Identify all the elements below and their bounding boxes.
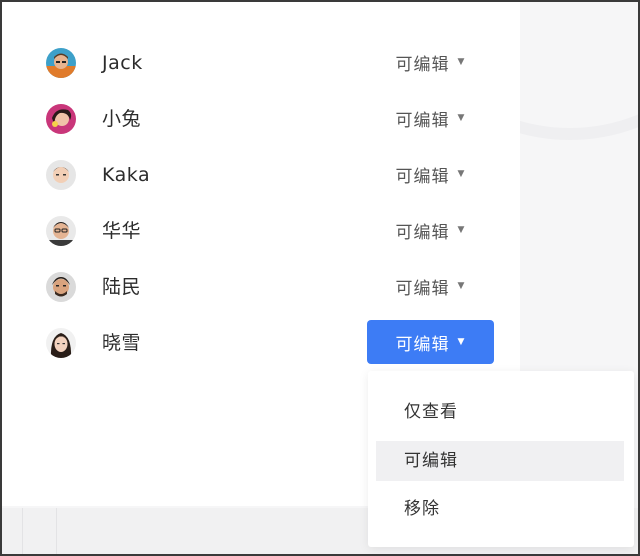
avatar [46,160,76,190]
caret-down-icon: ▼ [457,112,466,123]
permission-dropdown[interactable]: 可编辑 ▼ [367,152,494,196]
permission-label: 可编辑 [395,222,450,243]
permission-dropdown[interactable]: 可编辑 ▼ [367,96,494,140]
member-row: 华华 可编辑 ▼ [2,203,520,259]
permission-dropdown[interactable]: 可编辑 ▼ [367,208,494,252]
menu-item-view-only[interactable]: 仅查看 [376,392,624,432]
avatar [46,216,76,246]
avatar [46,48,76,78]
screen: Jack 可编辑 ▼ 小兔 可编辑 ▼ Kaka 可编辑 ▼ 华华 可编辑 ▼ … [0,0,640,556]
member-name: 晓雪 [102,332,142,354]
caret-down-icon: ▼ [457,224,466,235]
member-name: 陆民 [102,276,142,298]
avatar [46,328,76,358]
permission-label: 可编辑 [395,166,450,187]
caret-down-icon: ▼ [457,336,466,347]
member-row: 晓雪 可编辑 ▼ [2,315,520,371]
permission-label: 可编辑 [395,54,450,75]
permission-label: 可编辑 [395,110,450,131]
member-row: Kaka 可编辑 ▼ [2,147,520,203]
caret-down-icon: ▼ [457,56,466,67]
permission-dropdown[interactable]: 可编辑 ▼ [367,320,494,364]
avatar [46,272,76,302]
member-name: Kaka [102,164,151,186]
permission-menu: 仅查看 可编辑 移除 [368,371,634,547]
member-name: 华华 [102,220,142,242]
permission-dropdown[interactable]: 可编辑 ▼ [367,40,494,84]
menu-item-editable[interactable]: 可编辑 [376,441,624,481]
avatar [46,104,76,134]
member-name: 小兔 [102,108,142,130]
permission-dropdown[interactable]: 可编辑 ▼ [367,264,494,308]
permission-label: 可编辑 [395,334,450,355]
member-name: Jack [102,52,143,74]
caret-down-icon: ▼ [457,280,466,291]
caret-down-icon: ▼ [457,168,466,179]
menu-item-remove[interactable]: 移除 [376,489,624,529]
member-row: 陆民 可编辑 ▼ [2,259,520,315]
member-row: 小兔 可编辑 ▼ [2,91,520,147]
member-row: Jack 可编辑 ▼ [2,35,520,91]
permission-label: 可编辑 [395,278,450,299]
